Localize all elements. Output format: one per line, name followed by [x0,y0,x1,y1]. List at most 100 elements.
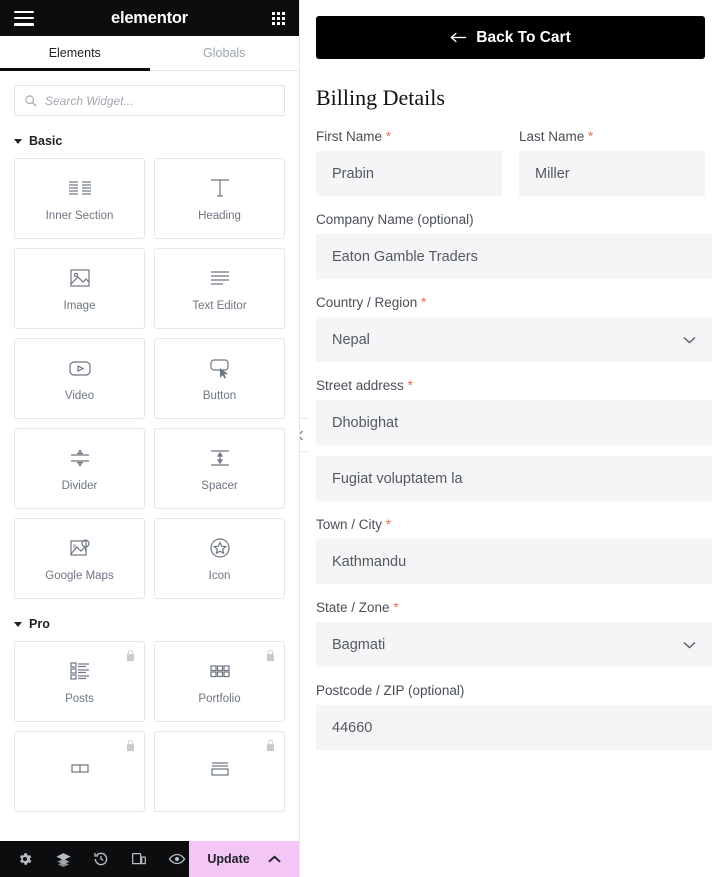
widget-label: Portfolio [198,693,241,705]
widget-icon[interactable]: Icon [154,518,285,599]
field-first-name: First Name * Prabin [316,129,502,196]
svg-text:g: g [73,543,76,549]
arrow-left-icon [450,32,467,43]
widget-spacer[interactable]: Spacer [154,428,285,509]
name-row: First Name * Prabin Last Name * Miller [316,129,712,212]
back-to-cart-button[interactable]: Back To Cart [316,16,705,59]
widget-inner-section[interactable]: Inner Section [14,158,145,239]
widget-label: Button [202,390,237,402]
widget-video[interactable]: Video [14,338,145,419]
widget-label: Video [64,390,95,402]
search-box[interactable] [14,85,285,116]
history-icon[interactable] [82,841,120,877]
widget-google-maps[interactable]: g Google Maps [14,518,145,599]
field-label: State / Zone * [316,600,712,615]
lock-icon [127,739,134,752]
widget-button[interactable]: Button [154,338,285,419]
field-postcode-zip: Postcode / ZIP (optional) 44660 [316,683,712,750]
spacer-icon [207,445,233,471]
required-mark: * [385,129,392,144]
google-maps-icon: g [67,535,93,561]
basic-widget-grid: Inner Section Heading Image Text Editor … [14,158,285,599]
widget-label: Google Maps [45,570,114,582]
widget-slides[interactable] [14,731,145,812]
widget-portfolio[interactable]: Portfolio [154,641,285,722]
chevron-up-icon[interactable] [267,855,281,864]
last-name-input[interactable]: Miller [519,151,705,196]
country-region-select[interactable]: Nepal [316,317,712,362]
widget-divider[interactable]: Divider [14,428,145,509]
required-mark: * [393,600,399,615]
widget-form[interactable] [154,731,285,812]
field-town-city: Town / City * Kathmandu [316,517,712,584]
required-mark: * [421,295,427,310]
chevron-down-icon [683,336,696,343]
field-label: Postcode / ZIP (optional) [316,683,465,698]
label-text: First Name [316,129,383,144]
video-icon [67,355,93,381]
slides-icon [67,754,93,780]
elementor-editor: elementor Elements Globals Basic [0,0,712,877]
lock-icon [267,739,274,752]
state-zone-select[interactable]: Bagmati [316,622,712,667]
hamburger-icon[interactable] [14,10,34,26]
label-text: Street address [316,378,404,393]
street-address-line2-input[interactable]: Fugiat voluptatem la [316,456,712,501]
search-section [0,71,299,126]
caret-down-icon [14,621,22,627]
street-address-line1-input[interactable]: Dhobighat [316,400,712,445]
page-title: Billing Details [316,85,445,110]
footer-buttons [0,841,196,877]
field-company-name: Company Name (optional) Eaton Gamble Tra… [316,212,712,279]
update-button[interactable]: Update [189,841,299,877]
chevron-down-icon [683,641,696,648]
required-mark: * [385,517,392,532]
label-text: State / Zone [316,600,390,615]
responsive-mode-icon[interactable] [120,841,158,877]
tab-globals[interactable]: Globals [150,36,300,70]
lock-icon [267,649,274,662]
widget-image[interactable]: Image [14,248,145,329]
search-input[interactable] [45,93,275,108]
form-icon [207,754,233,780]
first-name-input[interactable]: Prabin [316,151,502,196]
tab-elements[interactable]: Elements [0,36,150,71]
field-country-region: Country / Region * Nepal [316,295,712,362]
page-preview: Back To Cart Billing Details First Name … [300,0,712,877]
field-street-address: Street address * Dhobighat Fugiat volupt… [316,378,712,501]
label-text: Country / Region [316,295,418,310]
button-icon [207,355,233,381]
category-header-pro[interactable]: Pro [14,599,285,641]
company-name-input[interactable]: Eaton Gamble Traders [316,234,712,279]
category-title: Pro [29,617,50,631]
category-header-basic[interactable]: Basic [14,126,285,158]
pro-widget-grid: Posts Portfolio [14,641,285,812]
lock-icon [127,649,134,662]
field-label: Street address * [316,378,712,393]
widget-heading[interactable]: Heading [154,158,285,239]
chevron-left-icon [300,429,303,441]
widget-label: Divider [61,480,98,492]
widget-label: Text Editor [192,300,247,312]
grid-apps-icon[interactable] [272,11,285,25]
field-state-zone: State / Zone * Bagmati [316,600,712,667]
elementor-logo: elementor [110,8,189,27]
town-city-input[interactable]: Kathmandu [316,539,712,584]
divider-icon [67,445,93,471]
text-editor-icon [208,265,232,291]
settings-icon[interactable] [6,841,44,877]
widget-posts[interactable]: Posts [14,641,145,722]
posts-icon [67,658,93,684]
back-to-cart-label: Back To Cart [476,28,571,46]
panel-collapse-handle[interactable] [300,418,308,452]
field-label: Town / City * [316,517,712,532]
widget-label: Posts [65,693,94,705]
widget-label: Icon [208,570,231,582]
update-label: Update [207,852,250,866]
panel-footer: Update [0,841,299,877]
widget-label: Heading [198,210,241,222]
field-label: Company Name (optional) [316,212,474,227]
postcode-zip-input[interactable]: 44660 [316,705,712,750]
widget-text-editor[interactable]: Text Editor [154,248,285,329]
navigator-icon[interactable] [44,841,82,877]
